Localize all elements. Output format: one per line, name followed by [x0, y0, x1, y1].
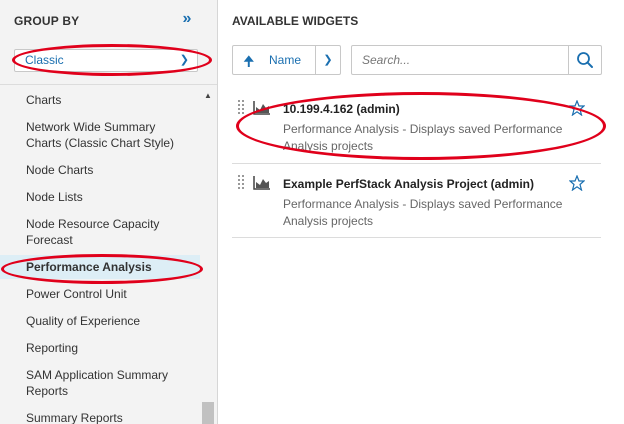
group-item[interactable]: SAM Application Summary Reports — [0, 363, 200, 403]
widget-item[interactable]: 10.199.4.162 (admin) Performance Analysi… — [232, 92, 601, 164]
widget-item[interactable]: Example PerfStack Analysis Project (admi… — [232, 167, 601, 238]
group-by-title: GROUP BY — [14, 14, 80, 28]
search-icon[interactable] — [576, 51, 594, 69]
area-chart-icon — [253, 101, 270, 115]
double-chevron-right-icon[interactable]: » — [178, 10, 196, 28]
group-item[interactable]: Node Lists — [0, 185, 200, 209]
drag-handle-icon[interactable] — [237, 99, 245, 115]
group-item[interactable]: Quality of Experience — [0, 309, 200, 333]
scroll-up-arrow-icon[interactable]: ▲ — [200, 90, 216, 102]
area-chart-icon — [253, 176, 270, 190]
chevron-down-icon: ❯ — [179, 54, 189, 66]
divider — [568, 46, 569, 74]
group-item[interactable]: Reporting — [0, 336, 200, 360]
chevron-down-icon[interactable]: ❯ — [319, 53, 337, 66]
group-by-selected-value: Classic — [25, 53, 64, 67]
group-list-scrollbar[interactable]: ▲ — [200, 88, 216, 424]
scroll-thumb[interactable] — [202, 402, 214, 424]
group-item[interactable]: Charts — [0, 88, 200, 112]
widget-title: 10.199.4.162 (admin) — [283, 102, 400, 116]
drag-handle-icon[interactable] — [237, 174, 245, 190]
search-input[interactable] — [353, 47, 567, 73]
sort-control: 🠉 Name ❯ — [232, 45, 341, 75]
group-item[interactable]: Node Resource Capacity Forecast — [0, 212, 200, 252]
arrow-up-icon[interactable]: 🠉 — [243, 51, 255, 75]
group-item[interactable]: Summary Reports — [0, 406, 200, 424]
group-item[interactable]: Power Control Unit — [0, 282, 200, 306]
divider — [0, 84, 217, 85]
widget-description: Performance Analysis - Displays saved Pe… — [283, 122, 563, 153]
divider — [315, 46, 316, 74]
group-item-active[interactable]: Performance Analysis — [0, 255, 200, 279]
star-icon[interactable] — [569, 175, 585, 191]
sort-label[interactable]: Name — [269, 53, 301, 67]
widget-title: Example PerfStack Analysis Project (admi… — [283, 177, 534, 191]
search-box — [351, 45, 602, 75]
star-icon[interactable] — [569, 100, 585, 116]
group-by-panel: GROUP BY » Classic ❯ Charts Network Wide… — [0, 0, 218, 424]
group-item[interactable]: Node Charts — [0, 158, 200, 182]
available-widgets-title: AVAILABLE WIDGETS — [232, 14, 359, 28]
available-widgets-panel: AVAILABLE WIDGETS 🠉 Name ❯ 10.199.4.162 — [219, 0, 624, 424]
group-by-select[interactable]: Classic ❯ — [14, 49, 198, 72]
group-list: Charts Network Wide Summary Charts (Clas… — [0, 88, 200, 424]
group-item[interactable]: Network Wide Summary Charts (Classic Cha… — [0, 115, 200, 155]
widget-description: Performance Analysis - Displays saved Pe… — [283, 197, 563, 228]
